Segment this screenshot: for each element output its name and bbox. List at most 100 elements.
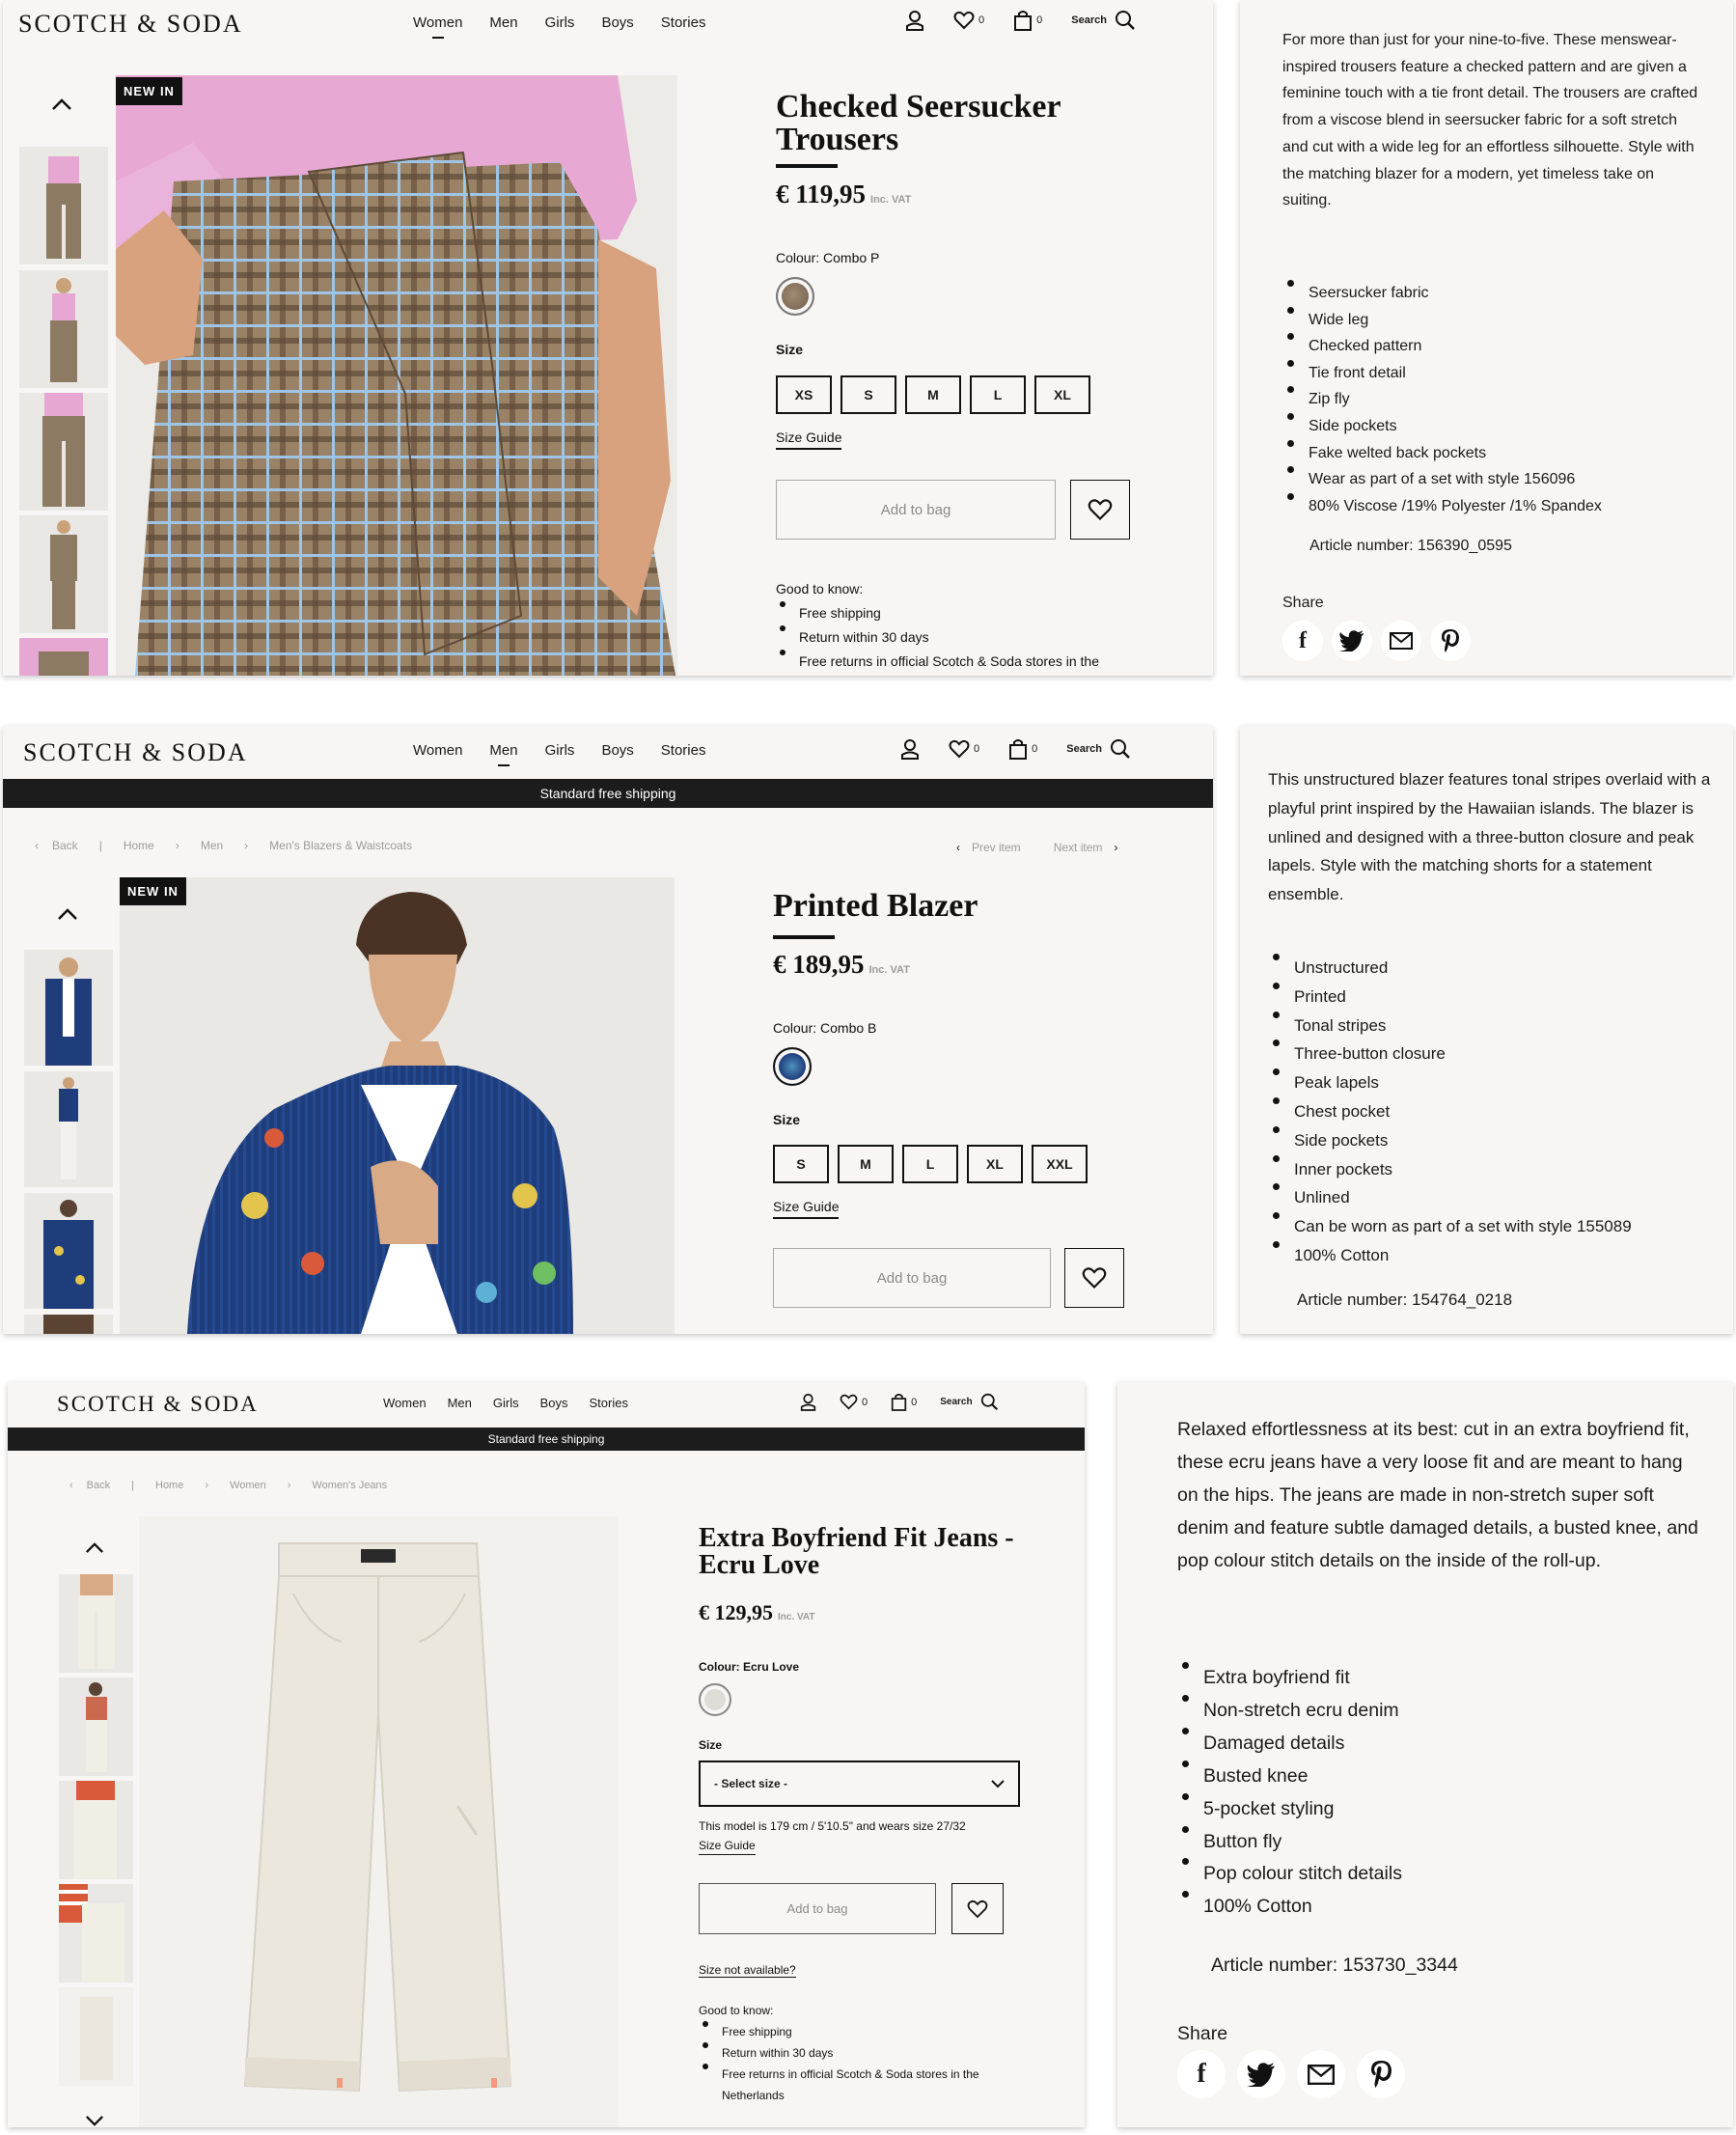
thumbnail-1[interactable] bbox=[19, 147, 108, 264]
size-s[interactable]: S bbox=[773, 1145, 829, 1183]
twitter-icon[interactable] bbox=[1332, 621, 1372, 661]
thumbnail-5[interactable] bbox=[59, 1987, 133, 2086]
bag-button[interactable]: 0 bbox=[1013, 10, 1042, 31]
pinterest-icon[interactable] bbox=[1357, 2050, 1405, 2098]
next-item-link[interactable]: Next item bbox=[1054, 841, 1103, 854]
thumbnail-2[interactable] bbox=[59, 1678, 133, 1776]
good-to-know-item: Return within 30 days bbox=[776, 625, 1181, 650]
mail-icon[interactable] bbox=[1381, 621, 1421, 661]
brand-logo[interactable]: SCOTCH & SODA bbox=[18, 10, 243, 39]
facebook-icon[interactable]: f bbox=[1282, 621, 1323, 661]
back-link[interactable]: Back bbox=[87, 1480, 110, 1491]
account-button[interactable] bbox=[905, 10, 924, 31]
breadcrumb-home[interactable]: Home bbox=[155, 1480, 183, 1491]
share-icons: f bbox=[1177, 2050, 1405, 2098]
product-main-image[interactable] bbox=[116, 75, 677, 676]
add-to-bag-button[interactable]: Add to bag bbox=[776, 480, 1056, 540]
thumbnail-1[interactable] bbox=[24, 950, 113, 1066]
breadcrumb-category[interactable]: Men's Blazers & Waistcoats bbox=[269, 839, 412, 852]
wishlist-button[interactable]: 0 bbox=[953, 11, 984, 30]
nav-boys[interactable]: Boys bbox=[601, 742, 633, 759]
add-to-wishlist-button[interactable] bbox=[1070, 480, 1130, 540]
feature-item: Printed bbox=[1268, 982, 1722, 1012]
size-xs[interactable]: XS bbox=[776, 375, 832, 414]
thumbnail-4[interactable] bbox=[24, 1315, 113, 1334]
search-button[interactable]: Search bbox=[940, 1393, 998, 1411]
nav-men[interactable]: Men bbox=[448, 1396, 472, 1410]
thumbnail-3[interactable] bbox=[19, 393, 108, 511]
thumbnail-3[interactable] bbox=[59, 1781, 133, 1879]
add-to-bag-button[interactable]: Add to bag bbox=[699, 1883, 936, 1934]
breadcrumb-men[interactable]: Men bbox=[201, 839, 223, 852]
colour-swatch-ecru-love[interactable] bbox=[699, 1683, 731, 1716]
nav-boys[interactable]: Boys bbox=[540, 1396, 568, 1410]
nav-stories[interactable]: Stories bbox=[589, 1396, 627, 1410]
add-to-bag-button[interactable]: Add to bag bbox=[773, 1248, 1051, 1308]
size-xl[interactable]: XL bbox=[1034, 375, 1090, 414]
colour-swatch-combo-p[interactable] bbox=[776, 277, 814, 316]
thumbnail-4[interactable] bbox=[19, 515, 108, 633]
thumbnail-1[interactable] bbox=[59, 1574, 133, 1673]
size-xl[interactable]: XL bbox=[967, 1145, 1023, 1183]
bag-button[interactable]: 0 bbox=[891, 1393, 917, 1411]
thumbs-up-arrow[interactable] bbox=[85, 1535, 104, 1560]
product-panel-jeans: SCOTCH & SODA Women Men Girls Boys Stori… bbox=[8, 1382, 1085, 2127]
nav-stories[interactable]: Stories bbox=[661, 742, 706, 759]
back-link[interactable]: Back bbox=[52, 839, 78, 852]
wishlist-button[interactable]: 0 bbox=[949, 739, 979, 759]
thumbnail-image bbox=[59, 1574, 133, 1673]
thumbs-up-arrow[interactable] bbox=[57, 901, 78, 927]
brand-logo[interactable]: SCOTCH & SODA bbox=[57, 1392, 259, 1417]
product-main-image[interactable] bbox=[120, 877, 675, 1334]
mail-icon[interactable] bbox=[1297, 2050, 1345, 2098]
thumbnail-4[interactable] bbox=[59, 1884, 133, 1982]
breadcrumb-women[interactable]: Women bbox=[230, 1480, 266, 1491]
search-button[interactable]: Search bbox=[1066, 738, 1131, 760]
size-m[interactable]: M bbox=[838, 1145, 894, 1183]
thumbnail-3[interactable] bbox=[24, 1193, 113, 1309]
add-to-wishlist-button[interactable] bbox=[1064, 1248, 1124, 1308]
wishlist-button[interactable]: 0 bbox=[840, 1394, 868, 1410]
size-select[interactable]: - Select size - bbox=[699, 1761, 1020, 1807]
size-guide-link[interactable]: Size Guide bbox=[699, 1839, 756, 1855]
size-l[interactable]: L bbox=[970, 375, 1026, 414]
nav-women[interactable]: Women bbox=[383, 1396, 427, 1410]
nav-men[interactable]: Men bbox=[489, 14, 517, 31]
bag-button[interactable]: 0 bbox=[1008, 738, 1037, 760]
wishlist-count: 0 bbox=[974, 743, 980, 755]
breadcrumb-home[interactable]: Home bbox=[124, 839, 154, 852]
colour-swatch-combo-b[interactable] bbox=[773, 1047, 812, 1086]
thumbnail-2[interactable] bbox=[24, 1071, 113, 1187]
size-not-available-link[interactable]: Size not available? bbox=[699, 1963, 796, 1978]
thumbnail-2[interactable] bbox=[19, 270, 108, 388]
thumbs-down-arrow[interactable] bbox=[85, 2108, 104, 2127]
facebook-icon[interactable]: f bbox=[1177, 2050, 1226, 2098]
add-to-wishlist-button[interactable] bbox=[951, 1883, 1004, 1934]
nav-girls[interactable]: Girls bbox=[545, 742, 575, 759]
size-guide-link[interactable]: Size Guide bbox=[773, 1199, 840, 1219]
nav-girls[interactable]: Girls bbox=[493, 1396, 519, 1410]
twitter-icon[interactable] bbox=[1237, 2050, 1285, 2098]
thumbs-up-arrow[interactable] bbox=[51, 92, 72, 117]
size-l[interactable]: L bbox=[902, 1145, 958, 1183]
search-button[interactable]: Search bbox=[1071, 10, 1136, 31]
nav-women[interactable]: Women bbox=[413, 14, 462, 31]
nav-boys[interactable]: Boys bbox=[601, 14, 633, 31]
product-main-image[interactable] bbox=[139, 1516, 619, 2127]
size-guide-link[interactable]: Size Guide bbox=[776, 430, 842, 450]
nav-men[interactable]: Men bbox=[489, 742, 517, 759]
thumbnail-image bbox=[24, 1315, 113, 1334]
prev-item-link[interactable]: Prev item bbox=[972, 841, 1021, 854]
size-s[interactable]: S bbox=[840, 375, 896, 414]
brand-logo[interactable]: SCOTCH & SODA bbox=[23, 738, 248, 767]
nav-girls[interactable]: Girls bbox=[545, 14, 575, 31]
pinterest-icon[interactable] bbox=[1430, 621, 1471, 661]
size-m[interactable]: M bbox=[905, 375, 961, 414]
nav-women[interactable]: Women bbox=[413, 742, 462, 759]
size-xxl[interactable]: XXL bbox=[1032, 1145, 1088, 1183]
account-button[interactable] bbox=[800, 1393, 816, 1411]
nav-stories[interactable]: Stories bbox=[661, 14, 706, 31]
account-button[interactable] bbox=[900, 738, 920, 760]
breadcrumb-category[interactable]: Women's Jeans bbox=[312, 1480, 387, 1491]
thumbnail-5[interactable] bbox=[19, 638, 108, 676]
